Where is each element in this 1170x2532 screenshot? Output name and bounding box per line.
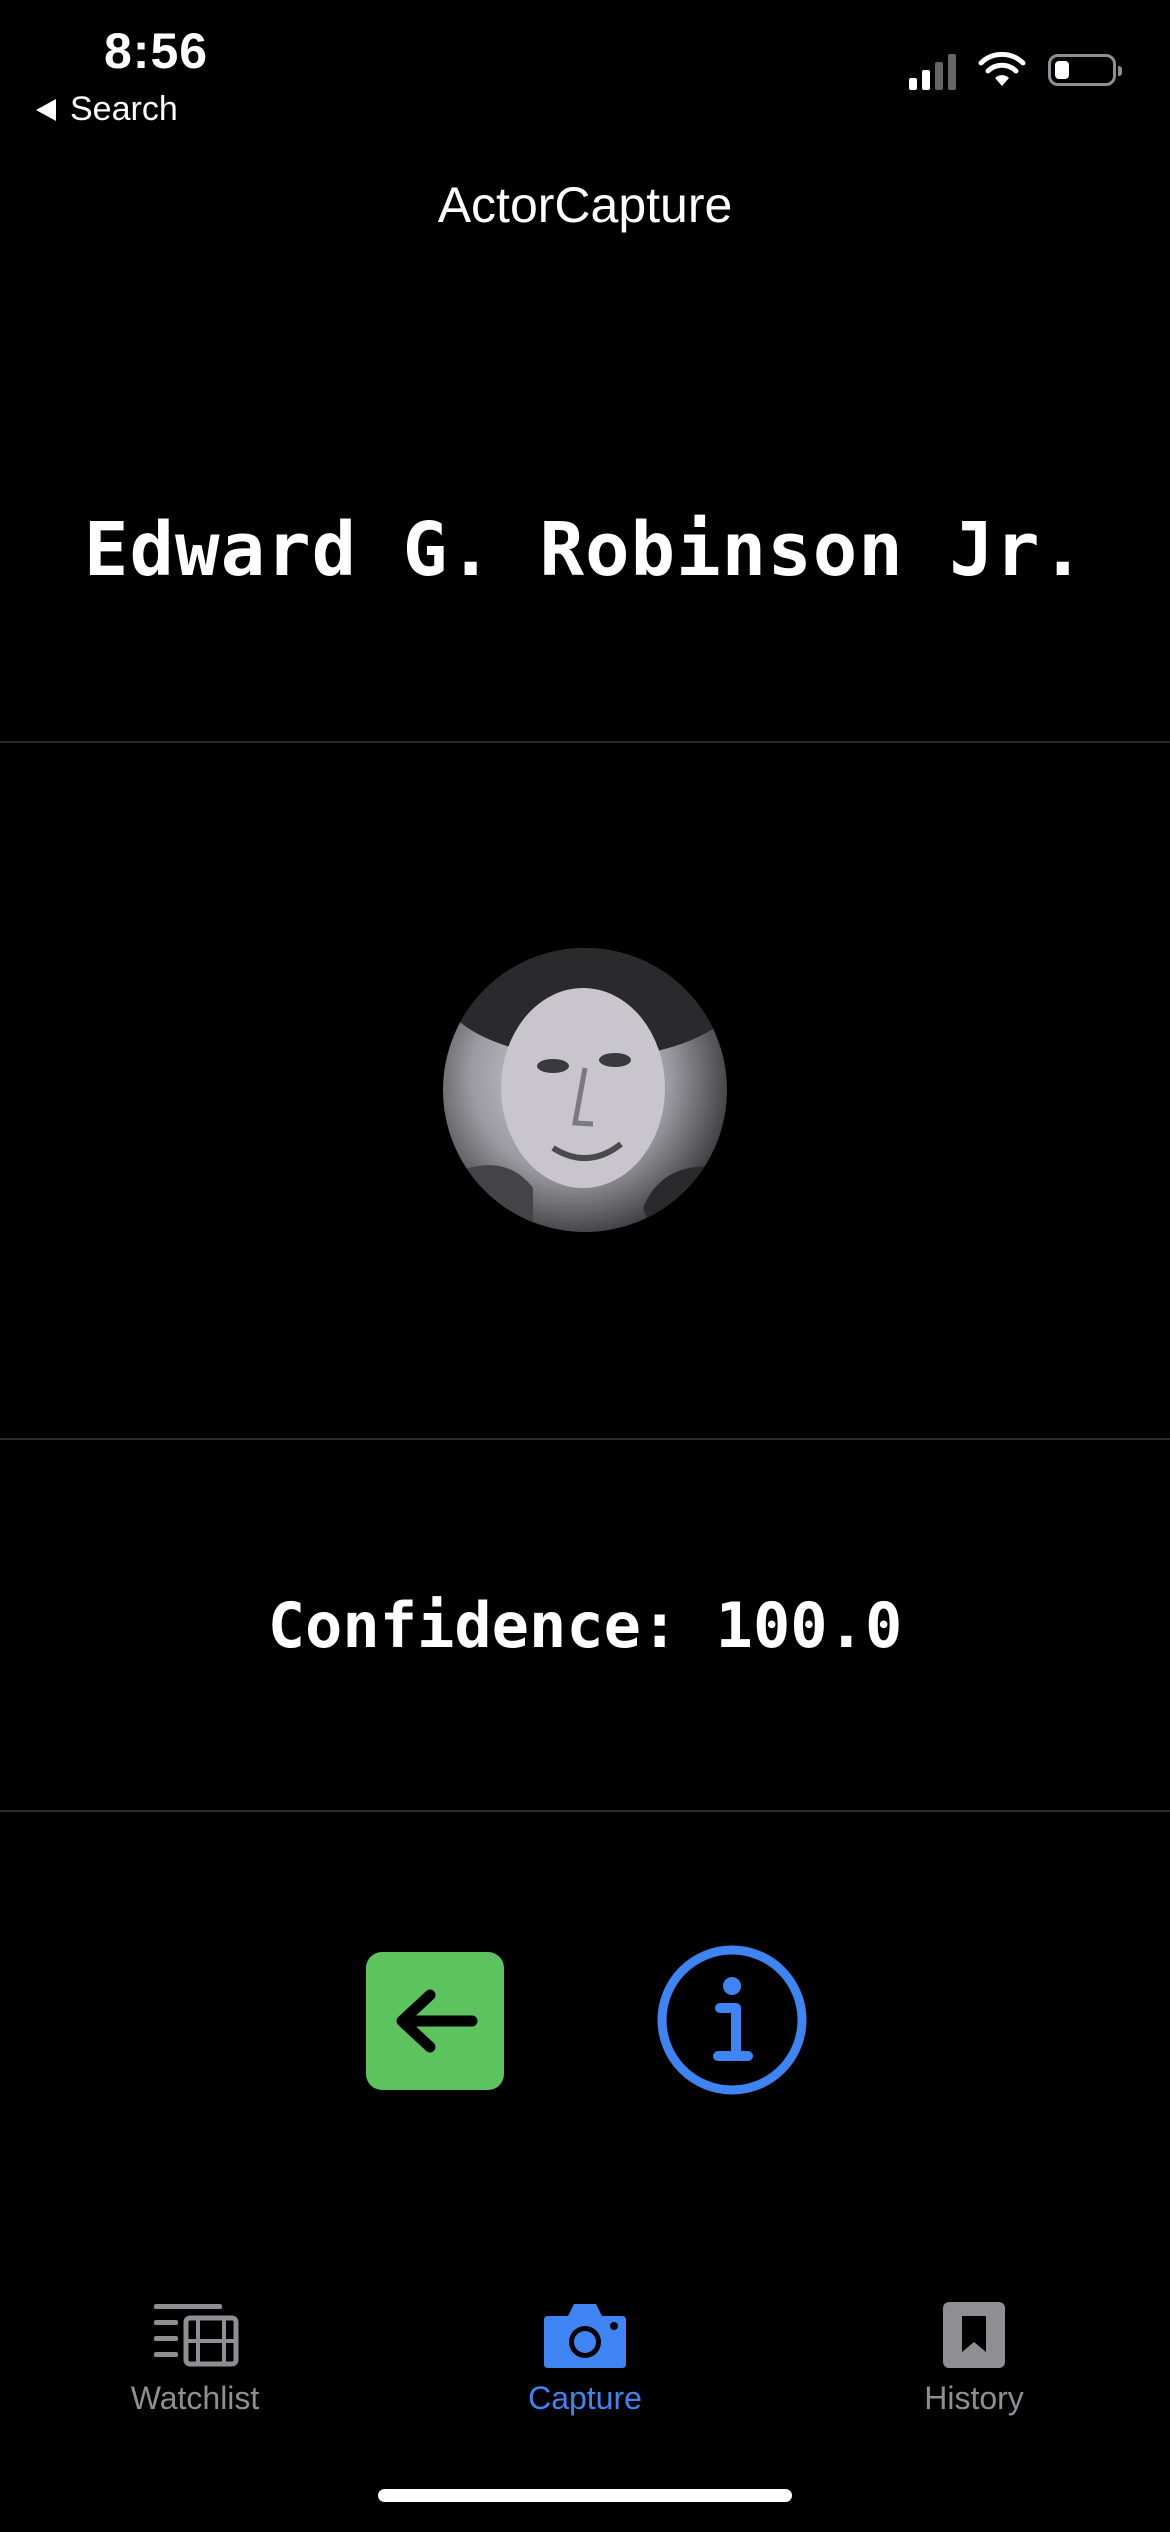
battery-icon [1048,54,1122,86]
tab-history-label: History [924,2380,1024,2416]
nav-title: ActorCapture [437,177,733,233]
info-button[interactable] [656,1944,808,2096]
cellular-signal-icon [909,50,956,90]
actor-portrait-image [443,948,727,1232]
back-triangle-icon [36,98,56,121]
home-indicator[interactable] [378,2489,792,2502]
bookmark-icon [943,2302,1005,2368]
status-time: 8:56 [104,23,209,79]
info-circle-icon [657,1945,807,2095]
confidence-text: Confidence: 100.0 [267,1588,903,1662]
tab-capture[interactable]: Capture [455,2300,715,2417]
back-button[interactable] [366,1952,504,2090]
back-to-search-link[interactable]: Search [36,90,178,129]
wifi-icon [978,52,1026,86]
tab-watchlist[interactable]: Watchlist [65,2300,325,2417]
tab-watchlist-label: Watchlist [130,2380,260,2416]
actor-name: Edward G. Robinson Jr. [83,507,1087,593]
back-to-search-label: Search [70,90,178,128]
confidence-section: Confidence: 100.0 [0,1440,1170,1810]
film-list-icon [154,2304,239,2367]
portrait-section [0,743,1170,1437]
status-icons [909,50,1122,90]
actor-name-section: Edward G. Robinson Jr. [0,420,1170,680]
camera-icon [544,2304,626,2368]
tab-history[interactable]: History [844,2300,1104,2417]
status-bar: 8:56 Search [0,0,1170,140]
divider [0,1810,1170,1812]
arrow-left-icon [396,1989,478,2053]
tab-capture-label: Capture [528,2380,642,2416]
